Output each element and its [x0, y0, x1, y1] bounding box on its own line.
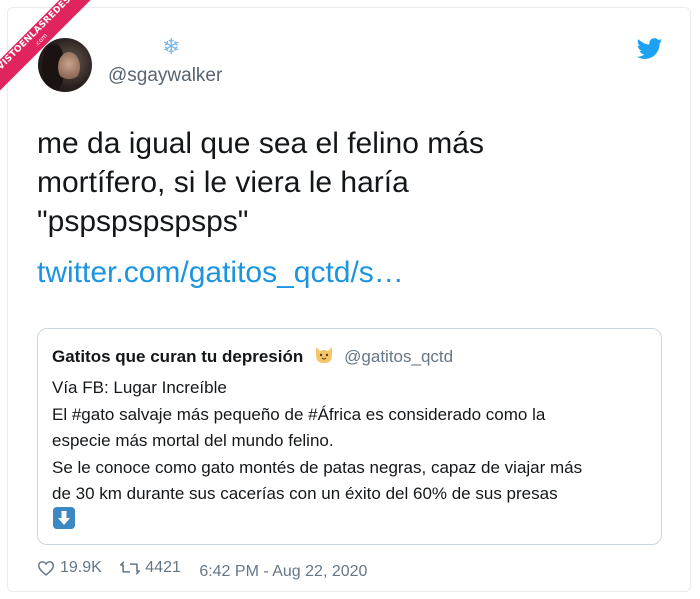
tweet-timestamp[interactable]: 6:42 PM - Aug 22, 2020 — [199, 563, 367, 581]
tweet-text-line: "pspspspspsps" — [37, 205, 249, 238]
quoted-tweet-line: especie más mortal del mundo felino. — [52, 431, 334, 450]
snowflake-icon: ❄ — [162, 34, 181, 59]
down-arrow-icon — [53, 507, 75, 529]
quoted-author-name: Gatitos que curan tu depresión — [52, 347, 304, 366]
tweet-link[interactable]: twitter.com/gatitos_qctd/s… — [37, 253, 404, 292]
quoted-tweet[interactable]: Gatitos que curan tu depresión @gatitos_… — [37, 328, 662, 545]
quoted-tweet-line: de 30 km durante sus cacerías con un éxi… — [52, 484, 558, 503]
tweet-text-line: me da igual que sea el felino más — [37, 127, 484, 160]
like-button[interactable]: 19.9K — [37, 559, 102, 577]
avatar[interactable] — [38, 38, 92, 92]
quoted-author-handle: @gatitos_qctd — [344, 347, 454, 366]
retweet-icon — [120, 561, 141, 575]
author-handle[interactable]: @sgaywalker — [108, 65, 222, 87]
tweet-text: me da igual que sea el felino más mortíf… — [37, 124, 657, 241]
retweet-count: 4421 — [145, 559, 181, 576]
quoted-tweet-line: Se le conoce como gato montés de patas n… — [52, 457, 583, 477]
quoted-tweet-line: Vía FB: Lugar Increíble — [52, 378, 227, 397]
tweet-text-line: mortífero, si le viera le haría — [37, 166, 409, 199]
quoted-tweet-header: Gatitos que curan tu depresión @gatitos_… — [52, 345, 453, 367]
twitter-bird-icon[interactable] — [637, 38, 663, 60]
cat-face-icon — [315, 347, 332, 363]
retweet-button[interactable]: 4421 — [120, 559, 181, 577]
tweet-footer: 19.9K 4421 6:42 PM - Aug 22, 2020 — [37, 559, 381, 581]
quoted-tweet-line: El #gato salvaje más pequeño de #África … — [52, 404, 546, 424]
quoted-tweet-body: Vía FB: Lugar Increíble El #gato salvaje… — [52, 375, 652, 508]
heart-icon — [37, 561, 55, 576]
like-count: 19.9K — [60, 559, 102, 576]
